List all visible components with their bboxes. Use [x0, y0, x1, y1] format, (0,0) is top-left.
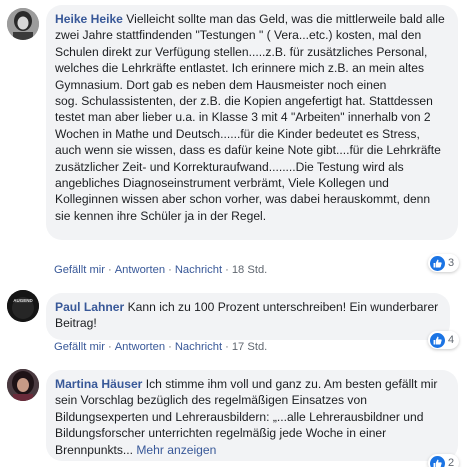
avatar-photo	[7, 369, 39, 401]
avatar[interactable]	[7, 290, 39, 322]
avatar-photo	[7, 8, 39, 40]
comment-text: Vielleicht sollte man das Geld, was die …	[55, 12, 445, 223]
comment-1: Heike Heike Vielleicht sollte man das Ge…	[0, 0, 470, 276]
reaction-badge[interactable]: 4	[428, 331, 460, 349]
message-link[interactable]: Nachricht	[175, 264, 222, 276]
show-more-link[interactable]: Mehr anzeigen	[136, 443, 216, 457]
reaction-badge[interactable]: 3	[428, 254, 460, 272]
comment-2: AUGEND Paul Lahner Kann ich zu 100 Proze…	[0, 288, 470, 358]
comment-bubble: Paul Lahner Kann ich zu 100 Prozent unte…	[46, 293, 450, 340]
like-link[interactable]: Gefällt mir	[54, 264, 105, 276]
like-link[interactable]: Gefällt mir	[54, 341, 105, 353]
avatar-label: AUGEND	[13, 298, 33, 303]
comment-actions: Gefällt mir · Antworten · Nachricht · 18 Std.	[54, 264, 267, 276]
like-thumb-icon	[430, 255, 445, 271]
avatar[interactable]	[7, 369, 39, 401]
separator: ·	[107, 264, 112, 276]
separator: ·	[225, 341, 229, 353]
avatar-photo	[7, 290, 39, 322]
avatar[interactable]	[7, 8, 39, 40]
reply-link[interactable]: Antworten	[115, 264, 165, 276]
separator: ·	[225, 264, 229, 276]
reaction-count: 4	[448, 334, 455, 346]
comment-3: Martina Häuser Ich stimme ihm voll und g…	[0, 366, 470, 467]
reaction-count: 2	[448, 457, 455, 467]
comment-bubble: Heike Heike Vielleicht sollte man das Ge…	[46, 5, 458, 240]
reply-link[interactable]: Antworten	[115, 341, 165, 353]
message-link[interactable]: Nachricht	[175, 341, 222, 353]
separator: ·	[168, 341, 172, 353]
reaction-badge[interactable]: 2	[428, 454, 460, 467]
separator: ·	[107, 341, 112, 353]
comment-bubble: Martina Häuser Ich stimme ihm voll und g…	[46, 370, 458, 461]
separator: ·	[168, 264, 172, 276]
timestamp[interactable]: 18 Std.	[232, 264, 267, 276]
timestamp[interactable]: 17 Std.	[232, 341, 267, 353]
comment-actions: Gefällt mir · Antworten · Nachricht · 17 Std.	[54, 341, 267, 353]
reaction-count: 3	[448, 257, 455, 269]
comment-author[interactable]: Martina Häuser	[55, 377, 142, 391]
like-thumb-icon	[430, 455, 445, 467]
comment-author[interactable]: Paul Lahner	[55, 300, 124, 314]
like-thumb-icon	[430, 332, 445, 348]
comment-author[interactable]: Heike Heike	[55, 12, 123, 26]
